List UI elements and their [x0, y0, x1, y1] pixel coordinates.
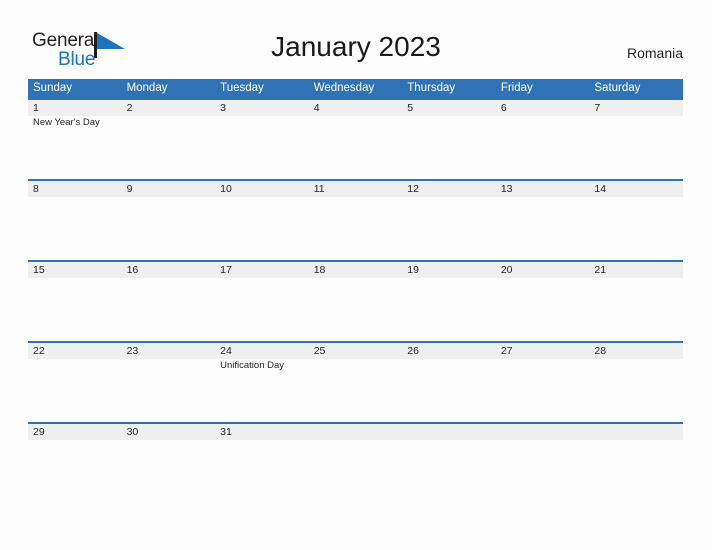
day-event — [28, 278, 122, 341]
day-number[interactable]: 31 — [215, 424, 309, 440]
weekday-header-saturday: Saturday — [594, 82, 641, 94]
day-event — [215, 116, 309, 179]
weekday-header-sunday: Sunday — [33, 82, 73, 94]
day-event — [309, 278, 403, 341]
weekday-header-monday: Monday — [126, 82, 168, 94]
day-event — [402, 278, 496, 341]
day-number[interactable]: 30 — [122, 424, 216, 440]
day-event — [122, 197, 216, 260]
day-event — [215, 278, 309, 341]
day-event — [309, 116, 403, 179]
day-number[interactable]: 25 — [309, 343, 403, 359]
day-number[interactable]: 20 — [496, 262, 590, 278]
day-number[interactable]: 16 — [122, 262, 216, 278]
day-number[interactable]: 26 — [402, 343, 496, 359]
day-event — [402, 197, 496, 260]
day-number[interactable]: 15 — [28, 262, 122, 278]
day-number[interactable]: 19 — [402, 262, 496, 278]
day-event — [589, 278, 683, 341]
week-number-band: 1 2 3 4 5 6 7 — [28, 100, 683, 116]
week-event-band — [28, 197, 683, 260]
day-event — [496, 197, 590, 260]
day-number[interactable]: 27 — [496, 343, 590, 359]
weekday-header-row: Sunday Monday Tuesday Wednesday Thursday… — [28, 79, 683, 98]
weekday-header-thursday: Thursday — [407, 82, 456, 94]
day-number[interactable]: 2 — [122, 100, 216, 116]
day-number[interactable]: 12 — [402, 181, 496, 197]
week-number-band: 29 30 31 — [28, 424, 683, 440]
day-number[interactable]: 5 — [402, 100, 496, 116]
week-row: 8 9 10 11 12 13 14 — [28, 179, 683, 260]
day-number[interactable]: 13 — [496, 181, 590, 197]
week-number-band: 22 23 24 25 26 27 28 — [28, 343, 683, 359]
day-number[interactable]: 14 — [589, 181, 683, 197]
weekday-header-friday: Friday — [500, 82, 533, 94]
day-number[interactable]: 29 — [28, 424, 122, 440]
day-event — [589, 359, 683, 422]
week-event-band: New Year's Day — [28, 116, 683, 179]
week-row: 29 30 31 — [28, 422, 683, 448]
week-event-band — [28, 278, 683, 341]
calendar-grid: Sunday Monday Tuesday Wednesday Thursday… — [28, 79, 683, 448]
day-event — [496, 278, 590, 341]
day-event — [122, 278, 216, 341]
day-event — [309, 359, 403, 422]
day-number[interactable]: 3 — [215, 100, 309, 116]
day-number[interactable]: 17 — [215, 262, 309, 278]
weekday-header-tuesday: Tuesday — [220, 82, 264, 94]
day-number[interactable]: 24 — [215, 343, 309, 359]
day-number[interactable]: 6 — [496, 100, 590, 116]
day-event — [496, 359, 590, 422]
day-event — [28, 197, 122, 260]
day-number[interactable] — [402, 424, 496, 440]
day-number[interactable]: 10 — [215, 181, 309, 197]
day-number[interactable] — [589, 424, 683, 440]
day-event: Unification Day — [220, 360, 285, 371]
day-event — [402, 359, 496, 422]
day-event — [589, 197, 683, 260]
day-event — [589, 116, 683, 179]
day-number[interactable]: 7 — [589, 100, 683, 116]
day-number[interactable]: 11 — [309, 181, 403, 197]
day-number[interactable]: 4 — [309, 100, 403, 116]
week-row: 22 23 24 25 26 27 28 Unification Day — [28, 341, 683, 422]
day-number[interactable]: 22 — [28, 343, 122, 359]
day-number[interactable]: 1 — [28, 100, 122, 116]
page-header: General Blue January 2023 Romania — [0, 0, 712, 78]
day-event — [215, 197, 309, 260]
day-event — [402, 116, 496, 179]
weekday-header-wednesday: Wednesday — [313, 82, 375, 94]
day-number[interactable]: 18 — [309, 262, 403, 278]
day-event — [122, 359, 216, 422]
day-event — [496, 116, 590, 179]
day-number[interactable] — [309, 424, 403, 440]
day-number[interactable]: 9 — [122, 181, 216, 197]
day-event — [309, 197, 403, 260]
week-row: 15 16 17 18 19 20 21 — [28, 260, 683, 341]
day-number[interactable]: 8 — [28, 181, 122, 197]
day-number[interactable]: 23 — [122, 343, 216, 359]
week-number-band: 15 16 17 18 19 20 21 — [28, 262, 683, 278]
day-event — [28, 359, 122, 422]
day-number[interactable]: 21 — [589, 262, 683, 278]
day-number[interactable]: 28 — [589, 343, 683, 359]
week-row: 1 2 3 4 5 6 7 New Year's Day — [28, 98, 683, 179]
page-title: January 2023 — [271, 31, 441, 62]
week-number-band: 8 9 10 11 12 13 14 — [28, 181, 683, 197]
country-label: Romania — [626, 45, 683, 61]
week-event-band: Unification Day — [28, 359, 683, 422]
day-number[interactable] — [496, 424, 590, 440]
day-event: New Year's Day — [33, 117, 100, 128]
day-event — [122, 116, 216, 179]
